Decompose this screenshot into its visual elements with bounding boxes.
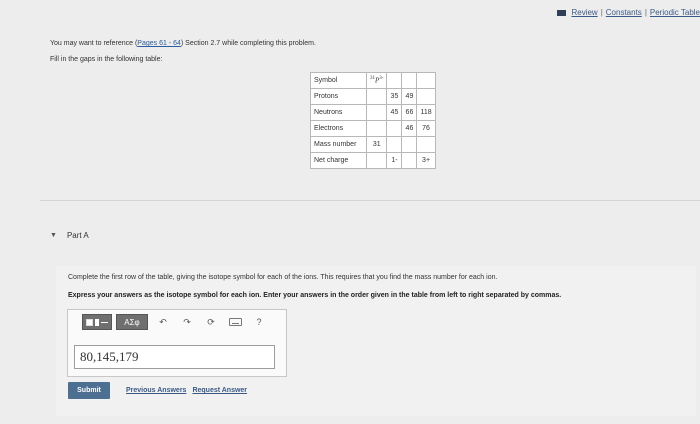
table-cell: 49 <box>401 88 418 105</box>
table-row: Protons 35 49 <box>310 88 436 105</box>
table-cell: 35 <box>386 88 403 105</box>
question-text: Complete the first row of the table, giv… <box>68 274 498 281</box>
answer-instruction: Express your answers as the isotope symb… <box>68 292 562 299</box>
table-cell: 3+ <box>416 152 436 169</box>
isotope-table: Symbol 31P3- Protons 35 49 Neutrons 45 6… <box>310 72 436 169</box>
row-label: Protons <box>310 88 367 105</box>
section-divider <box>40 200 700 201</box>
table-cell <box>401 136 418 153</box>
row-label: Electrons <box>310 120 367 137</box>
top-links: Review | Constants | Periodic Table <box>557 8 700 17</box>
book-icon <box>557 9 567 16</box>
table-cell <box>416 88 436 105</box>
table-cell: 76 <box>416 120 436 137</box>
table-row: Neutrons 45 66 118 <box>310 104 436 121</box>
greek-letters-button[interactable]: ΑΣφ <box>116 314 148 330</box>
previous-answers-link[interactable]: Previous Answers <box>126 387 186 394</box>
row-label: Net charge <box>310 152 367 169</box>
collapse-caret-icon[interactable]: ▼ <box>50 232 57 239</box>
table-cell <box>386 136 403 153</box>
submit-button[interactable]: Submit <box>68 382 110 399</box>
part-a-header[interactable]: ▼ Part A <box>50 231 89 240</box>
table-row: Mass number 31 <box>310 136 436 153</box>
table-cell <box>416 136 436 153</box>
table-cell: 1- <box>386 152 403 169</box>
link-separator: | <box>600 8 603 17</box>
part-a-title: Part A <box>66 231 89 240</box>
table-cell <box>386 120 403 137</box>
constants-link[interactable]: Constants <box>606 8 642 17</box>
link-separator: | <box>644 8 647 17</box>
table-row: Electrons 46 76 <box>310 120 436 137</box>
table-row: Symbol 31P3- <box>310 72 436 89</box>
intro-prefix: You may want to reference ( <box>50 40 138 47</box>
table-cell <box>386 72 403 89</box>
templates-icon[interactable] <box>82 314 112 330</box>
table-cell: 46 <box>401 120 418 137</box>
row-label: Symbol <box>310 72 367 89</box>
row-label: Mass number <box>310 136 367 153</box>
periodic-table-link[interactable]: Periodic Table <box>650 8 700 17</box>
table-cell: 45 <box>386 104 403 121</box>
request-answer-link[interactable]: Request Answer <box>192 387 247 394</box>
table-cell <box>365 152 388 169</box>
answer-links: Previous Answers Request Answer <box>126 387 247 394</box>
intro-suffix: ) Section 2.7 while completing this prob… <box>180 40 316 47</box>
answer-input[interactable]: 80,145,179 <box>74 345 275 369</box>
review-link[interactable]: Review <box>571 8 597 17</box>
pages-link[interactable]: Pages 61 - 64 <box>137 40 181 47</box>
table-row: Net charge 1- 3+ <box>310 152 436 169</box>
help-icon[interactable]: ? <box>250 314 268 330</box>
keyboard-icon[interactable] <box>226 314 244 330</box>
reference-text: You may want to reference (Pages 61 - 64… <box>50 40 316 47</box>
undo-icon[interactable]: ↶ <box>154 314 172 330</box>
table-cell <box>401 72 418 89</box>
table-cell <box>365 104 388 121</box>
isotope-symbol-cell: 31P3- <box>365 72 388 89</box>
table-cell: 66 <box>401 104 418 121</box>
table-cell: 118 <box>416 104 436 121</box>
table-cell <box>365 120 388 137</box>
table-cell <box>365 88 388 105</box>
redo-icon[interactable]: ↷ <box>178 314 196 330</box>
reset-icon[interactable]: ⟳ <box>202 314 220 330</box>
table-cell <box>416 72 436 89</box>
table-cell: 31 <box>365 136 388 153</box>
fill-instruction: Fill in the gaps in the following table: <box>50 56 163 63</box>
table-cell <box>401 152 418 169</box>
math-toolbar: ΑΣφ ↶ ↷ ⟳ ? <box>82 313 268 331</box>
row-label: Neutrons <box>310 104 367 121</box>
